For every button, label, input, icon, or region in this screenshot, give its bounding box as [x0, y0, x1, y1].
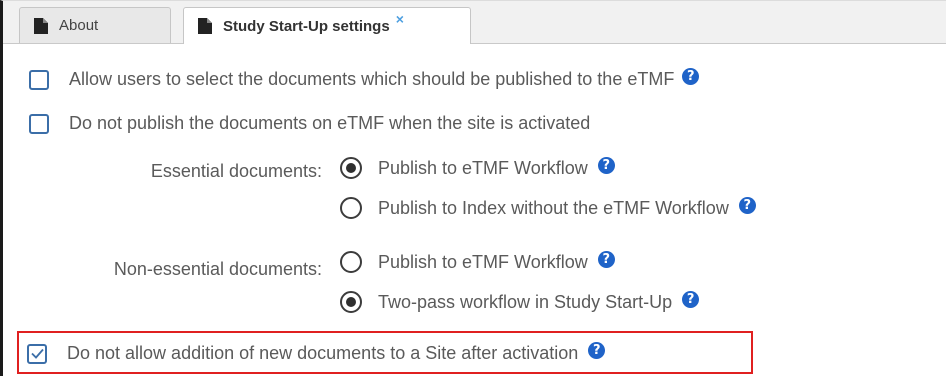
radio-selected-dot: [346, 163, 356, 173]
non-essential-publish-workflow-radio[interactable]: [340, 251, 362, 273]
radio-selected-dot: [346, 297, 356, 307]
tab-about[interactable]: About: [19, 7, 171, 43]
tab-study-start-up-settings[interactable]: Study Start-Up settings ×: [183, 7, 471, 44]
non-essential-documents-label: Non-essential documents:: [113, 259, 322, 279]
document-icon: [34, 17, 48, 34]
no-new-docs-checkbox[interactable]: [27, 343, 47, 364]
tab-about-label: About: [59, 17, 99, 34]
do-not-publish-label: Do not publish the documents on eTMF whe…: [69, 113, 591, 133]
help-icon[interactable]: ?: [738, 196, 756, 214]
essential-publish-workflow-radio[interactable]: [340, 157, 362, 179]
help-icon[interactable]: ?: [597, 250, 615, 268]
no-new-docs-label: Do not allow addition of new documents t…: [67, 343, 579, 363]
essential-option-publish-index: Publish to Index without the eTMF Workfl…: [340, 196, 756, 219]
essential-documents-label: Essential documents:: [150, 161, 322, 181]
tab-bar: About Study Start-Up settings ×: [3, 1, 946, 44]
option-label: Publish to eTMF Workflow: [378, 251, 588, 272]
non-essential-option-publish-workflow: Publish to eTMF Workflow ?: [340, 250, 615, 273]
checkmark-icon: [30, 348, 44, 359]
option-label: Publish to eTMF Workflow: [378, 157, 588, 178]
setting-allow-select-docs: Allow users to select the documents whic…: [29, 68, 700, 90]
non-essential-two-pass-radio[interactable]: [340, 291, 362, 313]
allow-select-docs-checkbox[interactable]: [29, 69, 49, 90]
setting-do-not-publish: Do not publish the documents on eTMF whe…: [29, 113, 590, 134]
help-icon[interactable]: ?: [682, 68, 700, 85]
settings-panel: About Study Start-Up settings × Allow us…: [0, 0, 946, 376]
setting-no-new-docs: Do not allow addition of new documents t…: [27, 342, 606, 364]
help-icon[interactable]: ?: [588, 342, 606, 359]
help-icon[interactable]: ?: [682, 290, 700, 308]
help-icon[interactable]: ?: [597, 156, 615, 174]
essential-publish-index-radio[interactable]: [340, 197, 362, 219]
allow-select-docs-label: Allow users to select the documents whic…: [69, 69, 675, 89]
option-label: Publish to Index without the eTMF Workfl…: [378, 197, 729, 218]
do-not-publish-checkbox[interactable]: [29, 113, 49, 134]
essential-option-publish-workflow: Publish to eTMF Workflow ?: [340, 156, 615, 179]
option-label: Two-pass workflow in Study Start-Up: [378, 291, 673, 312]
document-icon: [198, 18, 212, 34]
close-icon[interactable]: ×: [396, 11, 404, 27]
tab-settings-label: Study Start-Up settings: [223, 17, 390, 35]
non-essential-option-two-pass: Two-pass workflow in Study Start-Up ?: [340, 290, 700, 313]
